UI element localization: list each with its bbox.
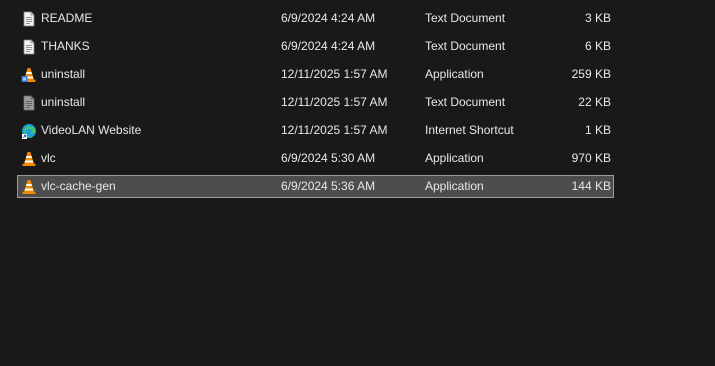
file-row[interactable]: uninstall 12/11/2025 1:57 AM Application 25… [17, 63, 614, 86]
file-date-modified: 12/11/2025 1:57 AM [281, 67, 388, 81]
file-name: vlc [41, 151, 56, 165]
edge-shortcut-icon [21, 123, 37, 139]
file-name: uninstall [41, 67, 86, 81]
text-document-dark-icon [21, 95, 37, 111]
file-date-modified: 6/9/2024 4:24 AM [281, 39, 376, 53]
file-name: uninstall [41, 95, 86, 109]
file-size: 970 KB [571, 151, 611, 165]
file-type: Text Document [425, 11, 506, 25]
file-type: Internet Shortcut [425, 123, 514, 137]
file-size: 1 KB [584, 123, 611, 137]
file-list: README 6/9/2024 4:24 AM Text Document 3 KB … [0, 0, 715, 366]
text-document-icon [21, 39, 37, 55]
file-date-modified: 6/9/2024 4:24 AM [281, 11, 376, 25]
file-date-modified: 12/11/2025 1:57 AM [281, 123, 388, 137]
file-row[interactable]: uninstall 12/11/2025 1:57 AM Text Document… [17, 91, 614, 114]
file-size: 259 KB [571, 67, 611, 81]
file-name: vlc-cache-gen [41, 179, 116, 193]
file-type: Application [425, 151, 484, 165]
file-size: 6 KB [584, 39, 611, 53]
file-date-modified: 12/11/2025 1:57 AM [281, 95, 388, 109]
file-row[interactable]: vlc 6/9/2024 5:30 AM Application 970 KB [17, 147, 614, 170]
file-type: Text Document [425, 39, 506, 53]
text-document-icon [21, 11, 37, 27]
file-name: THANKS [41, 39, 90, 53]
file-type: Application [425, 67, 484, 81]
file-date-modified: 6/9/2024 5:30 AM [281, 151, 376, 165]
vlc-cone-icon [21, 151, 37, 167]
file-type: Application [425, 179, 484, 193]
file-size: 3 KB [584, 11, 611, 25]
uninstaller-app-icon [21, 67, 37, 83]
file-row[interactable]: README 6/9/2024 4:24 AM Text Document 3 KB [17, 7, 614, 30]
file-date-modified: 6/9/2024 5:36 AM [281, 179, 376, 193]
file-name: README [41, 11, 93, 25]
file-row[interactable]: VideoLAN Website 12/11/2025 1:57 AM Intern… [17, 119, 614, 142]
file-name: VideoLAN Website [41, 123, 142, 137]
file-size: 22 KB [578, 95, 611, 109]
file-size: 144 KB [571, 179, 611, 193]
file-row[interactable]: THANKS 6/9/2024 4:24 AM Text Document 6 KB [17, 35, 614, 58]
vlc-cone-icon [21, 179, 37, 195]
file-type: Text Document [425, 95, 506, 109]
file-row[interactable]: vlc-cache-gen 6/9/2024 5:36 AM Application… [17, 175, 614, 198]
